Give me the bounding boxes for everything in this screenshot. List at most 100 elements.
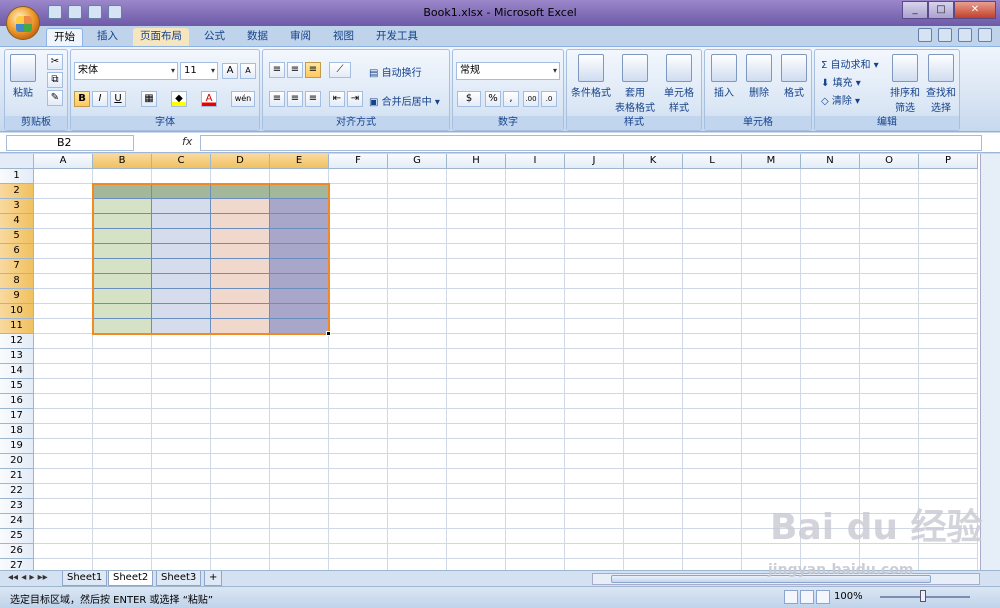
cell-B1[interactable]: [93, 169, 152, 184]
zoom-level[interactable]: 100%: [834, 591, 863, 602]
cell-I27[interactable]: [506, 559, 565, 570]
cell-O9[interactable]: [860, 289, 919, 304]
cell-N21[interactable]: [801, 469, 860, 484]
cell-M13[interactable]: [742, 349, 801, 364]
cell-O18[interactable]: [860, 424, 919, 439]
cell-N5[interactable]: [801, 229, 860, 244]
cell-H10[interactable]: [447, 304, 506, 319]
cell-P20[interactable]: [919, 454, 978, 469]
cell-B22[interactable]: [93, 484, 152, 499]
cell-C13[interactable]: [152, 349, 211, 364]
cell-N3[interactable]: [801, 199, 860, 214]
cell-H3[interactable]: [447, 199, 506, 214]
cell-N16[interactable]: [801, 394, 860, 409]
cell-L8[interactable]: [683, 274, 742, 289]
row-header-5[interactable]: 5: [0, 229, 34, 244]
cell-D2[interactable]: [211, 184, 270, 199]
cell-E7[interactable]: [270, 259, 329, 274]
cell-H27[interactable]: [447, 559, 506, 570]
ribbon-close-icon[interactable]: [978, 28, 992, 42]
cell-G17[interactable]: [388, 409, 447, 424]
cell-E26[interactable]: [270, 544, 329, 559]
cell-K13[interactable]: [624, 349, 683, 364]
cell-M9[interactable]: [742, 289, 801, 304]
cell-G9[interactable]: [388, 289, 447, 304]
cell-F25[interactable]: [329, 529, 388, 544]
cell-A10[interactable]: [34, 304, 93, 319]
column-header-C[interactable]: C: [152, 154, 211, 169]
increase-decimal-button[interactable]: .00: [523, 91, 539, 107]
cell-H8[interactable]: [447, 274, 506, 289]
cell-A24[interactable]: [34, 514, 93, 529]
cell-I19[interactable]: [506, 439, 565, 454]
cell-P1[interactable]: [919, 169, 978, 184]
cell-A2[interactable]: [34, 184, 93, 199]
cell-A9[interactable]: [34, 289, 93, 304]
tab-developer[interactable]: 开发工具: [369, 28, 425, 46]
cell-M5[interactable]: [742, 229, 801, 244]
cell-O19[interactable]: [860, 439, 919, 454]
align-right-icon[interactable]: ≡: [305, 91, 321, 107]
cell-N9[interactable]: [801, 289, 860, 304]
cell-P14[interactable]: [919, 364, 978, 379]
cell-A4[interactable]: [34, 214, 93, 229]
cell-P8[interactable]: [919, 274, 978, 289]
vertical-scrollbar[interactable]: [980, 154, 1000, 570]
cell-D8[interactable]: [211, 274, 270, 289]
row-header-14[interactable]: 14: [0, 364, 34, 379]
tab-view[interactable]: 视图: [326, 28, 361, 46]
cell-C18[interactable]: [152, 424, 211, 439]
cell-P19[interactable]: [919, 439, 978, 454]
find-select-button[interactable]: 查找和 选择: [923, 54, 959, 114]
cell-K5[interactable]: [624, 229, 683, 244]
cell-P16[interactable]: [919, 394, 978, 409]
ribbon-restore-icon[interactable]: [958, 28, 972, 42]
cell-P27[interactable]: [919, 559, 978, 570]
cell-H1[interactable]: [447, 169, 506, 184]
tab-formulas[interactable]: 公式: [197, 28, 232, 46]
cell-D9[interactable]: [211, 289, 270, 304]
cell-F19[interactable]: [329, 439, 388, 454]
row-header-16[interactable]: 16: [0, 394, 34, 409]
cell-P10[interactable]: [919, 304, 978, 319]
cell-K10[interactable]: [624, 304, 683, 319]
cell-D19[interactable]: [211, 439, 270, 454]
row-header-10[interactable]: 10: [0, 304, 34, 319]
cell-F8[interactable]: [329, 274, 388, 289]
cell-M12[interactable]: [742, 334, 801, 349]
page-break-view-icon[interactable]: [816, 590, 830, 604]
minimize-button[interactable]: _: [902, 1, 928, 19]
cell-H2[interactable]: [447, 184, 506, 199]
cell-I20[interactable]: [506, 454, 565, 469]
comma-button[interactable]: ,: [503, 91, 519, 107]
cell-D11[interactable]: [211, 319, 270, 334]
grow-font-button[interactable]: A: [222, 63, 238, 79]
cell-K21[interactable]: [624, 469, 683, 484]
cell-P5[interactable]: [919, 229, 978, 244]
cell-A18[interactable]: [34, 424, 93, 439]
cell-H5[interactable]: [447, 229, 506, 244]
cell-K2[interactable]: [624, 184, 683, 199]
cell-J15[interactable]: [565, 379, 624, 394]
decrease-indent-icon[interactable]: ⇤: [329, 91, 345, 107]
cell-P11[interactable]: [919, 319, 978, 334]
cell-J22[interactable]: [565, 484, 624, 499]
align-middle-icon[interactable]: ≡: [287, 62, 303, 78]
cell-I3[interactable]: [506, 199, 565, 214]
cell-H13[interactable]: [447, 349, 506, 364]
cell-I18[interactable]: [506, 424, 565, 439]
row-header-9[interactable]: 9: [0, 289, 34, 304]
cell-M2[interactable]: [742, 184, 801, 199]
cell-O20[interactable]: [860, 454, 919, 469]
cell-D16[interactable]: [211, 394, 270, 409]
cell-I4[interactable]: [506, 214, 565, 229]
cell-K4[interactable]: [624, 214, 683, 229]
cell-L20[interactable]: [683, 454, 742, 469]
cell-G15[interactable]: [388, 379, 447, 394]
cell-A19[interactable]: [34, 439, 93, 454]
maximize-button[interactable]: □: [928, 1, 954, 19]
cell-I25[interactable]: [506, 529, 565, 544]
column-header-N[interactable]: N: [801, 154, 860, 169]
cell-B23[interactable]: [93, 499, 152, 514]
cell-O14[interactable]: [860, 364, 919, 379]
